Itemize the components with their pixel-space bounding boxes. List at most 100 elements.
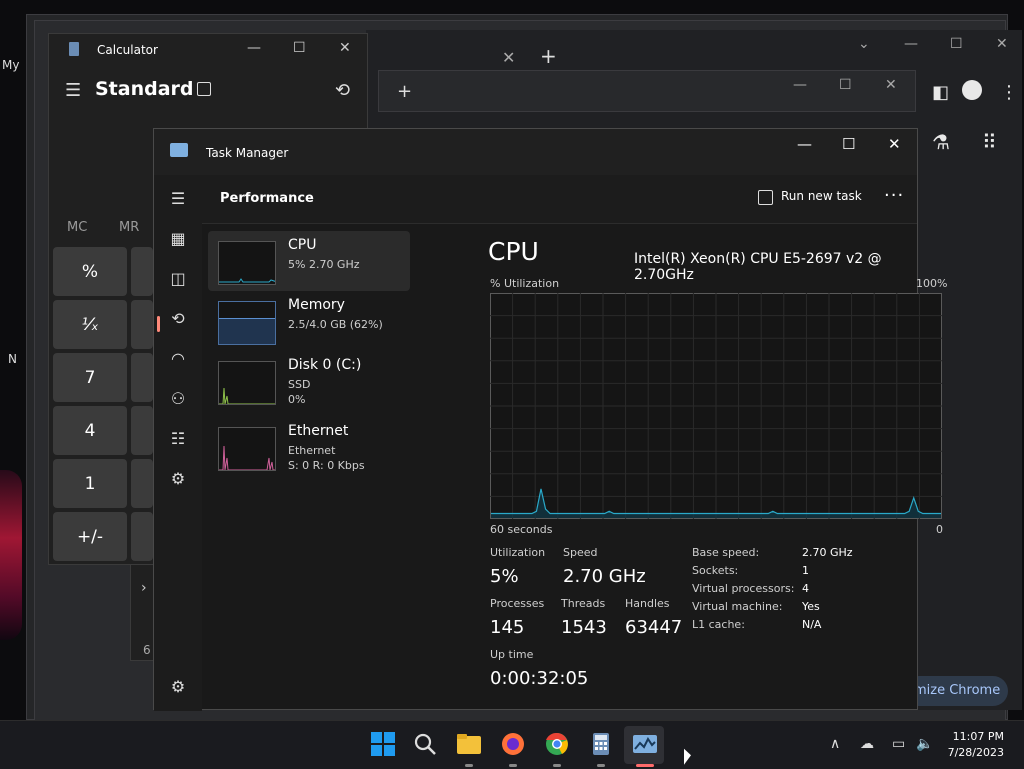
reciprocal-key[interactable]: ¹⁄ₓ	[53, 300, 127, 349]
close-icon[interactable]: ✕	[339, 40, 351, 56]
threads-value: 1543	[561, 617, 607, 638]
hamburger-menu-icon[interactable]: ☰	[65, 80, 81, 101]
calculator-app-icon	[69, 42, 79, 56]
maximize-icon[interactable]: ☐	[839, 77, 852, 93]
network-icon[interactable]: ▭	[892, 736, 905, 752]
digit-7-key[interactable]: 7	[53, 353, 127, 402]
users-icon[interactable]: ⚇	[169, 389, 187, 408]
chevron-right-icon[interactable]: ›	[141, 580, 147, 596]
minimize-icon[interactable]: —	[247, 40, 261, 56]
task-manager-button[interactable]	[630, 729, 660, 759]
nav-rail: ☰ ▦ ◫ ⟲ ◠ ⚇ ☷ ⚙ ⚙	[154, 175, 202, 711]
window-title: Task Manager	[206, 146, 289, 160]
close-icon[interactable]: ✕	[885, 77, 897, 93]
menu-kebab-icon[interactable]: ⋮	[1000, 82, 1018, 103]
profile-avatar-icon[interactable]	[962, 80, 982, 100]
detail-value: 1	[802, 564, 809, 577]
search-button[interactable]	[410, 729, 440, 759]
file-explorer-button[interactable]	[454, 729, 484, 759]
maximize-icon[interactable]: ☐	[293, 40, 306, 56]
details-icon[interactable]: ☷	[169, 429, 187, 448]
chevron-down-icon[interactable]: ⌄	[858, 36, 870, 52]
title-bar[interactable]: Task Manager — ☐ ✕	[154, 129, 917, 175]
calc-key-partial[interactable]	[131, 512, 153, 561]
hamburger-menu-icon[interactable]: ☰	[169, 189, 187, 208]
services-icon[interactable]: ⚙	[169, 469, 187, 488]
threads-label: Threads	[561, 597, 606, 610]
speed-label: Speed	[563, 546, 598, 559]
clock-date[interactable]: 7/28/2023	[940, 746, 1004, 759]
calc-key-partial[interactable]	[131, 406, 153, 455]
active-indicator	[636, 764, 654, 767]
calculator-button[interactable]	[586, 729, 616, 759]
run-new-task-button[interactable]: Run new task	[781, 189, 862, 203]
calc-key-partial[interactable]	[131, 247, 153, 296]
show-hidden-icons-chevron[interactable]: ∧	[830, 736, 840, 752]
background-window[interactable]: + — ☐ ✕	[378, 70, 916, 112]
history-icon[interactable]: ⟲	[335, 80, 350, 101]
performance-icon[interactable]: ◫	[169, 269, 187, 288]
handles-value: 63447	[625, 617, 683, 638]
customize-chrome-button[interactable]: mize Chrome	[904, 676, 1008, 706]
close-icon[interactable]: ✕	[888, 135, 901, 153]
run-new-task-icon[interactable]	[758, 190, 773, 205]
labs-flask-icon[interactable]: ⚗	[932, 130, 950, 154]
volume-icon[interactable]: 🔈	[916, 736, 933, 752]
speed-value: 2.70 GHz	[563, 566, 646, 587]
utilization-label: Utilization	[490, 546, 546, 559]
maximize-icon[interactable]: ☐	[950, 36, 963, 52]
app-history-icon[interactable]: ⟲	[169, 309, 187, 328]
calc-key-partial[interactable]	[131, 353, 153, 402]
resource-item-ethernet[interactable]: Ethernet Ethernet S: 0 R: 0 Kbps	[208, 417, 410, 477]
utilization-value: 5%	[490, 566, 519, 587]
resource-detail: Ethernet	[288, 444, 336, 457]
apps-grid-icon[interactable]: ⠿	[982, 130, 997, 154]
memory-clear-button[interactable]: MC	[67, 220, 87, 235]
maximize-icon[interactable]: ☐	[842, 135, 855, 153]
running-indicator	[509, 764, 517, 767]
calc-key-partial[interactable]	[131, 300, 153, 349]
onedrive-cloud-icon[interactable]: ☁	[860, 736, 874, 752]
negate-key[interactable]: +/-	[53, 512, 127, 561]
new-tab-button[interactable]: +	[540, 44, 557, 68]
cpu-model: Intel(R) Xeon(R) CPU E5-2697 v2 @ 2.70GH…	[634, 251, 882, 283]
processes-icon[interactable]: ▦	[169, 229, 187, 248]
keep-on-top-icon[interactable]	[197, 82, 211, 96]
desktop-wallpaper	[0, 470, 22, 640]
resource-item-cpu[interactable]: CPU 5% 2.70 GHz	[208, 231, 410, 291]
detail-value: 4	[802, 582, 809, 595]
running-indicator	[465, 764, 473, 767]
desktop-icon-label[interactable]: N	[8, 352, 17, 366]
chrome-button[interactable]	[542, 729, 572, 759]
more-options-icon[interactable]: ···	[884, 185, 904, 206]
cpu-thumbnail-graph	[218, 241, 276, 285]
close-tab-icon[interactable]: ✕	[502, 48, 515, 67]
detail-key: L1 cache:	[692, 618, 745, 631]
firefox-button[interactable]	[498, 729, 528, 759]
digit-1-key[interactable]: 1	[53, 459, 127, 508]
memory-recall-button[interactable]: MR	[119, 220, 139, 235]
clock-time[interactable]: 11:07 PM	[940, 730, 1004, 743]
minimize-icon[interactable]: —	[797, 135, 812, 153]
settings-gear-icon[interactable]: ⚙	[169, 677, 187, 696]
close-icon[interactable]: ✕	[996, 36, 1008, 52]
resource-item-memory[interactable]: Memory 2.5/4.0 GB (62%)	[208, 291, 410, 351]
calc-key-partial[interactable]	[131, 459, 153, 508]
start-button[interactable]	[368, 729, 398, 759]
handles-label: Handles	[625, 597, 670, 610]
desktop-icon-label[interactable]: My	[2, 58, 19, 72]
side-panel-icon[interactable]: ◧	[932, 82, 949, 103]
startup-apps-icon[interactable]: ◠	[169, 349, 187, 368]
minimize-icon[interactable]: —	[793, 77, 807, 93]
calculator-mode-title: Standard	[95, 78, 194, 100]
task-manager-window[interactable]: Task Manager — ☐ ✕ ☰ ▦ ◫ ⟲ ◠ ⚇ ☷ ⚙ ⚙ Per…	[153, 128, 947, 711]
memory-thumbnail-graph	[218, 301, 276, 345]
page-title: Performance	[220, 191, 314, 206]
time-axis-label: 60 seconds	[490, 523, 553, 536]
detail-key: Virtual processors:	[692, 582, 795, 595]
minimize-icon[interactable]: —	[904, 36, 918, 52]
new-tab-button[interactable]: +	[397, 81, 412, 102]
resource-item-disk[interactable]: Disk 0 (C:) SSD 0%	[208, 351, 410, 411]
percent-key[interactable]: %	[53, 247, 127, 296]
digit-4-key[interactable]: 4	[53, 406, 127, 455]
